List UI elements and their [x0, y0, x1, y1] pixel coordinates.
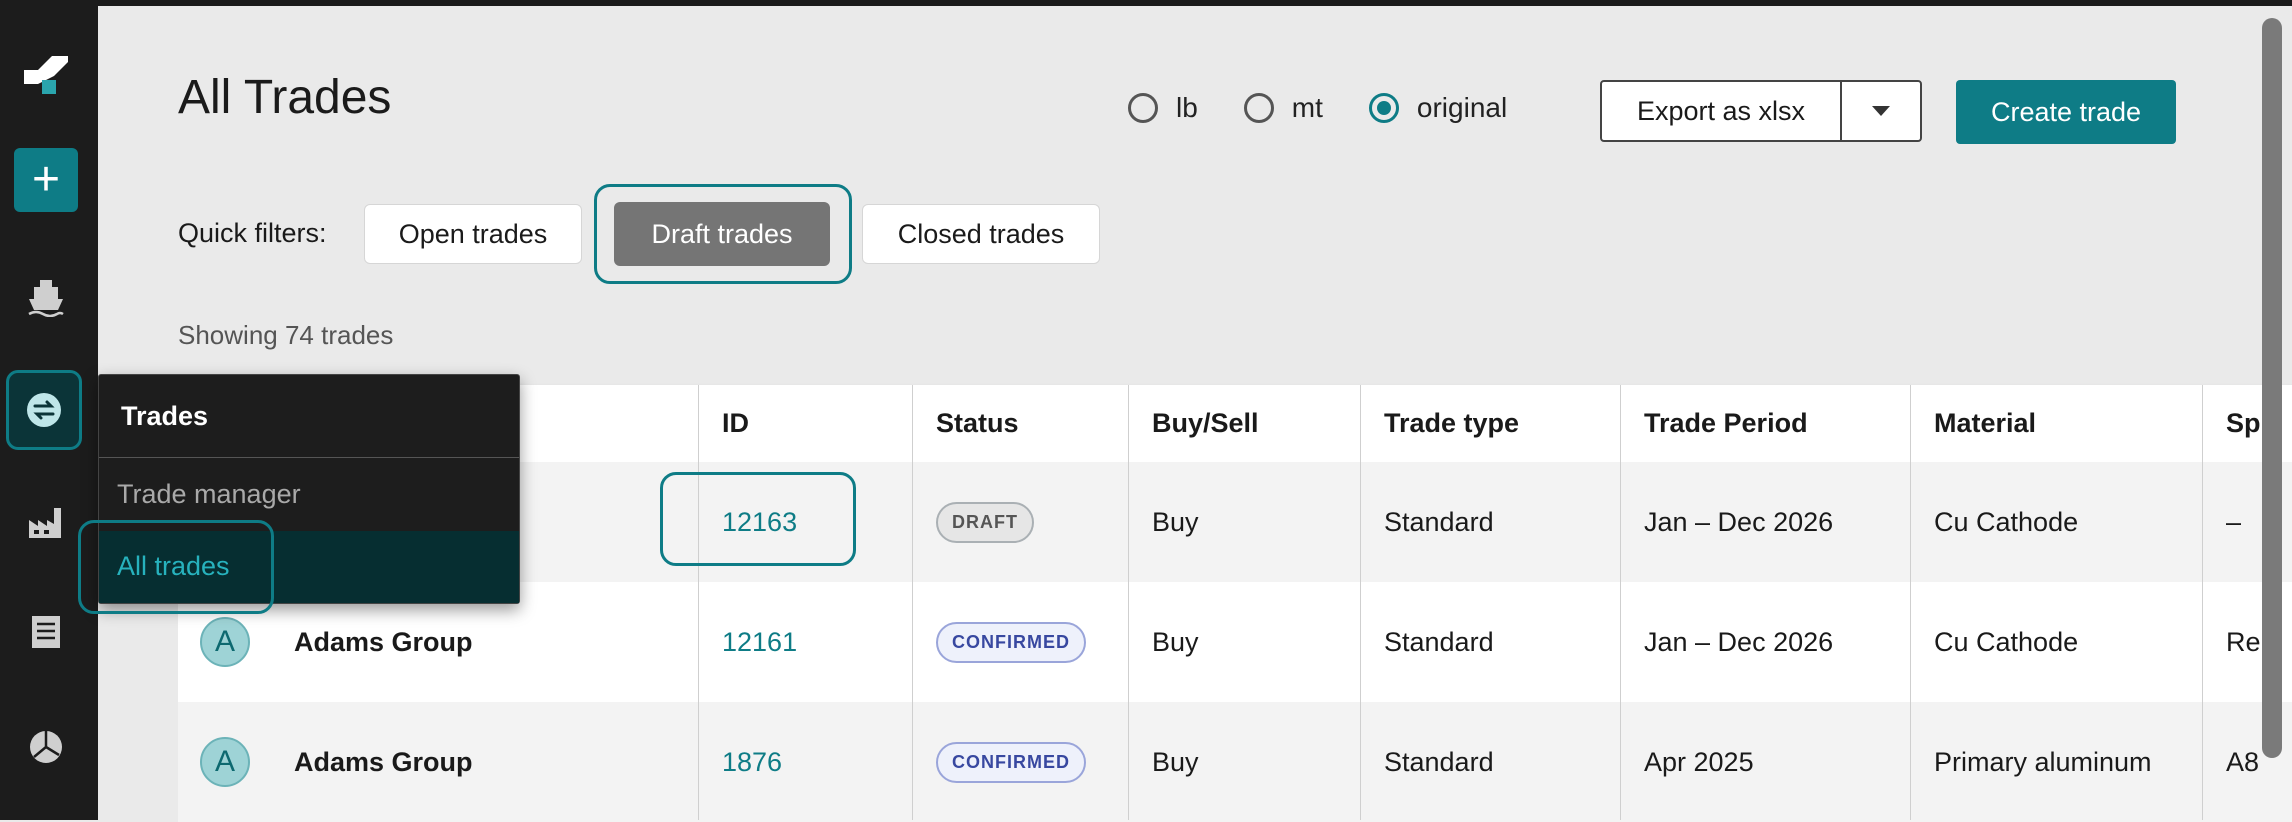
column-divider [912, 385, 913, 820]
column-header-id[interactable]: ID [698, 385, 912, 462]
quick-filters-label: Quick filters: [178, 218, 327, 248]
column-divider [1910, 385, 1911, 820]
menu-item-trade-manager[interactable]: Trade manager [117, 479, 301, 510]
column-header-material[interactable]: Material [1910, 385, 2202, 462]
ledger-icon[interactable] [14, 600, 78, 664]
buysell-cell: Buy [1152, 746, 1199, 777]
trade-type-cell: Standard [1384, 506, 1494, 537]
focus-ring [660, 472, 856, 566]
filter-closed-trades[interactable]: Closed trades [862, 204, 1100, 264]
trade-id-link[interactable]: 1876 [722, 747, 782, 778]
trade-id-link[interactable]: 12161 [722, 627, 797, 658]
material-cell: Primary aluminum [1934, 746, 2152, 777]
focus-ring [78, 520, 274, 614]
caret-down-icon [1872, 106, 1890, 116]
trade-period-cell: Apr 2025 [1644, 746, 1754, 777]
column-divider [1128, 385, 1129, 820]
status-badge: CONFIRMED [936, 741, 1086, 783]
menu-title: Trades [121, 401, 209, 431]
analytics-globe-icon[interactable] [14, 715, 78, 779]
trade-type-cell: Standard [1384, 746, 1494, 777]
material-cell: Cu Cathode [1934, 626, 2079, 657]
buysell-cell: Buy [1152, 506, 1199, 537]
unit-radio-group: lb mt original [1128, 92, 1553, 124]
filter-draft-trades[interactable]: Draft trades [614, 202, 830, 266]
export-split-button: Export as xlsx [1600, 80, 1922, 142]
column-header-trade-type[interactable]: Trade type [1360, 385, 1620, 462]
unit-label-lb: lb [1176, 92, 1198, 123]
column-header-trade-period[interactable]: Trade Period [1620, 385, 1910, 462]
export-dropdown-button[interactable] [1842, 82, 1920, 140]
radio-circle[interactable] [1128, 93, 1158, 123]
unit-radio-mt[interactable]: mt [1243, 92, 1323, 124]
page-title: All Trades [178, 71, 392, 124]
ship-icon[interactable] [14, 265, 78, 329]
avatar: A [200, 617, 250, 667]
factory-icon[interactable] [14, 490, 78, 554]
status-badge: DRAFT [936, 501, 1034, 543]
unit-radio-original[interactable]: original [1368, 92, 1508, 124]
column-divider [2202, 385, 2203, 820]
trade-period-cell: Jan – Dec 2026 [1644, 626, 1834, 657]
unit-radio-lb[interactable]: lb [1128, 92, 1198, 124]
add-icon[interactable]: + [14, 148, 78, 212]
column-divider [698, 385, 699, 820]
counterparty-cell: Adams Group [294, 746, 473, 777]
trades-icon[interactable] [6, 370, 82, 450]
table-row[interactable]: A Adams Group 1876 CONFIRMED Buy Standar… [178, 702, 2292, 822]
trade-type-cell: Standard [1384, 626, 1494, 657]
trade-period-cell: Jan – Dec 2026 [1644, 506, 1834, 537]
sidebar: + [0, 0, 98, 820]
radio-circle[interactable] [1243, 93, 1274, 123]
column-header-status[interactable]: Status [912, 385, 1128, 462]
export-button[interactable]: Export as xlsx [1602, 82, 1842, 140]
avatar: A [200, 737, 250, 787]
status-badge: CONFIRMED [936, 621, 1086, 663]
unit-label-mt: mt [1291, 92, 1323, 123]
column-divider [1620, 385, 1621, 820]
material-cell: Cu Cathode [1934, 506, 2079, 537]
window-top-bar [0, 0, 2292, 6]
vertical-scrollbar[interactable] [2262, 18, 2282, 758]
results-count: Showing 74 trades [178, 320, 394, 350]
radio-circle-selected[interactable] [1368, 93, 1399, 123]
filter-open-trades[interactable]: Open trades [364, 204, 582, 264]
app-logo-icon[interactable] [14, 42, 78, 106]
column-header-buysell[interactable]: Buy/Sell [1128, 385, 1360, 462]
menu-divider [99, 457, 519, 458]
buysell-cell: Buy [1152, 626, 1199, 657]
column-divider [1360, 385, 1361, 820]
create-trade-button[interactable]: Create trade [1956, 80, 2176, 144]
unit-label-original: original [1416, 92, 1508, 123]
